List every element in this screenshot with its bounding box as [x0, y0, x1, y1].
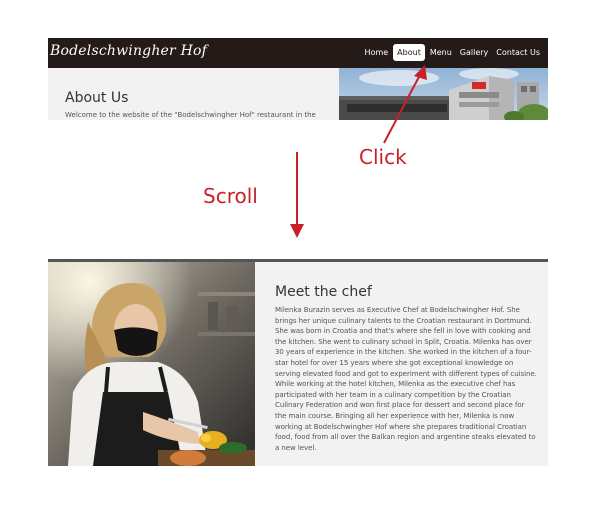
tutorial-canvas: Bodelschwingher Hof Home About Menu Gall…: [0, 0, 595, 510]
meet-the-chef-section: Meet the chef Milenka Burazin serves as …: [48, 262, 548, 466]
about-title: About Us: [65, 90, 129, 106]
nav-item-gallery[interactable]: Gallery: [457, 44, 492, 61]
nav-item-about[interactable]: About: [393, 44, 425, 61]
click-annotation-label: Click: [359, 145, 407, 169]
nav-item-contact-us[interactable]: Contact Us: [493, 44, 543, 61]
nav-menu: Home About Menu Gallery Contact Us: [362, 44, 543, 61]
restaurant-building-photo: [339, 68, 548, 120]
about-section: About Us Welcome to the website of the "…: [48, 68, 548, 120]
navbar: Bodelschwingher Hof Home About Menu Gall…: [48, 38, 548, 68]
brand-logo[interactable]: Bodelschwingher Hof: [50, 43, 207, 59]
chef-section-title: Meet the chef: [275, 284, 372, 300]
chef-photo: [48, 262, 255, 466]
nav-item-menu[interactable]: Menu: [427, 44, 455, 61]
chef-bio-text: Milenka Burazin serves as Executive Chef…: [275, 306, 537, 452]
scroll-annotation-label: Scroll: [203, 184, 258, 208]
nav-item-home[interactable]: Home: [362, 44, 392, 61]
about-intro-text: Welcome to the website of the "Bodelschw…: [65, 111, 316, 119]
